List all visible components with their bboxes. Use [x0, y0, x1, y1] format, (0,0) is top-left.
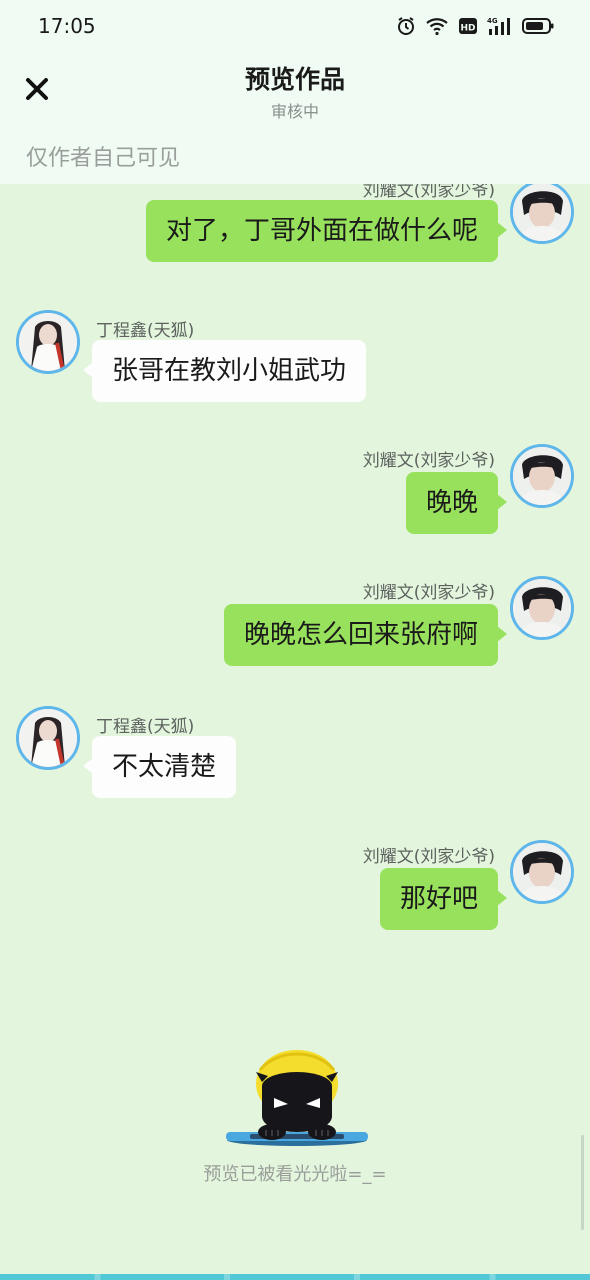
message-bubble[interactable]: 晚晚 [405, 472, 508, 534]
message-bubble[interactable]: 张哥在教刘小姐武功 [82, 340, 367, 402]
alarm-icon [396, 16, 416, 36]
mascot-illustration [222, 1048, 372, 1152]
avatar[interactable] [16, 706, 80, 770]
battery-icon [522, 16, 554, 36]
page-title: 预览作品 [244, 65, 345, 94]
avatar[interactable] [510, 444, 574, 508]
4g-signal-icon: 4G [487, 16, 513, 36]
message-bubble[interactable]: 那好吧 [379, 868, 508, 930]
review-status: 审核中 [270, 102, 319, 121]
status-icons: HD 4G [396, 14, 554, 38]
avatar[interactable] [510, 184, 574, 244]
hd-icon: HD [458, 16, 478, 36]
visibility-note: 仅作者自己可见 [26, 146, 181, 171]
scrollbar[interactable] [581, 1135, 584, 1230]
svg-text:4G: 4G [487, 17, 498, 25]
wifi-icon [425, 16, 449, 36]
top-header: 17:05 HD 4G 预览作品 审核中 仅作者自己可见 [0, 0, 590, 184]
sender-name: 刘耀文(刘家少爷) [362, 184, 495, 201]
sender-name: 刘耀文(刘家少爷) [362, 583, 495, 603]
end-of-preview-text: 预览已被看光光啦=_= [203, 1164, 387, 1185]
message-bubble[interactable]: 晚晚怎么回来张府啊 [223, 604, 508, 666]
status-time: 17:05 [38, 14, 96, 38]
message-bubble[interactable]: 对了，丁哥外面在做什么呢 [145, 200, 508, 262]
sender-name: 刘耀文(刘家少爷) [362, 847, 495, 867]
avatar[interactable] [510, 576, 574, 640]
avatar[interactable] [510, 840, 574, 904]
svg-text:HD: HD [460, 24, 475, 34]
avatar[interactable] [16, 310, 80, 374]
sender-name: 刘耀文(刘家少爷) [362, 451, 495, 471]
message-bubble[interactable]: 不太清楚 [82, 736, 237, 798]
bottom-progress-bar [0, 1274, 590, 1280]
sender-name: 丁程鑫(天狐) [96, 321, 195, 341]
sender-name: 丁程鑫(天狐) [96, 717, 195, 737]
